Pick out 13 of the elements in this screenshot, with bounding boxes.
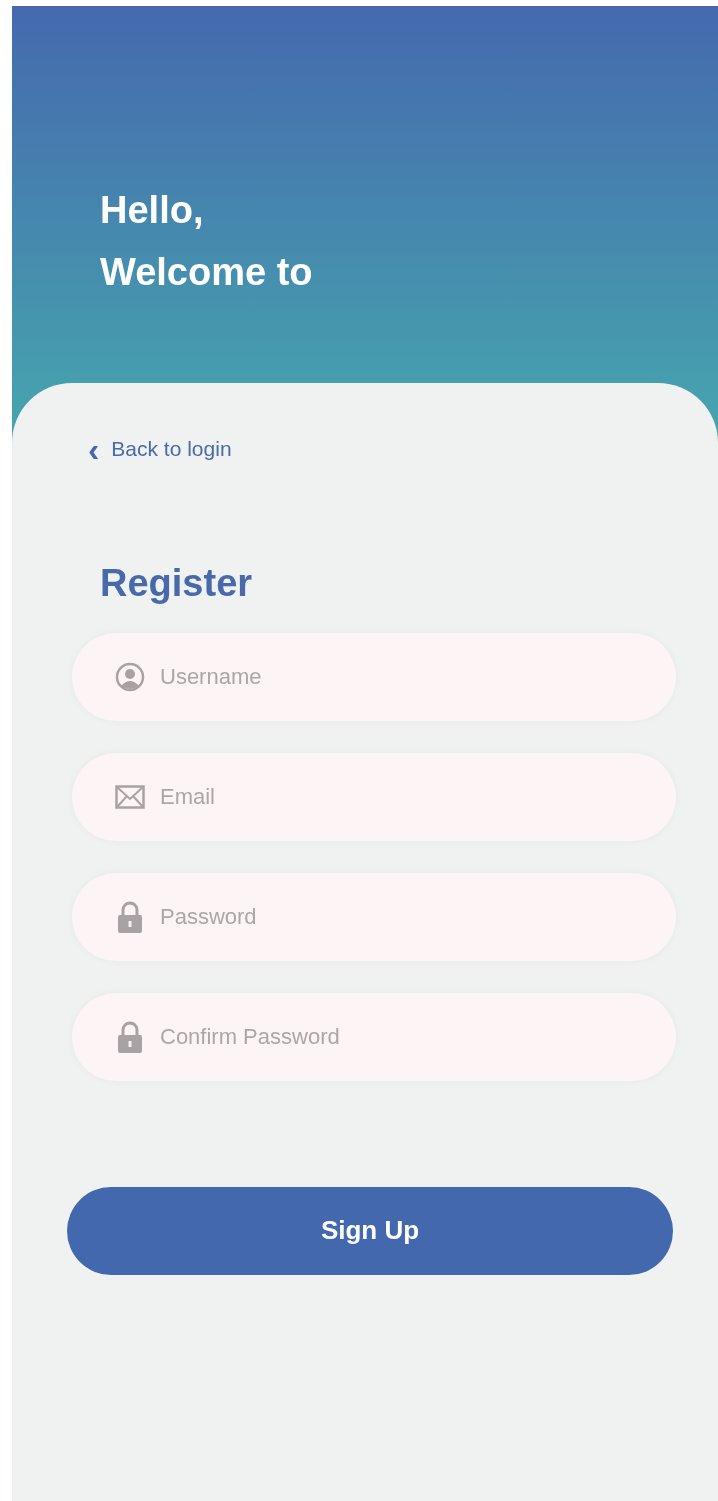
input-field[interactable]: Username — [72, 632, 676, 721]
user-icon — [115, 661, 145, 692]
padlock-icon — [117, 1019, 143, 1054]
back-link[interactable]: ‹ Back to login — [88, 433, 232, 465]
input-field[interactable]: Password — [72, 872, 676, 961]
input-field[interactable]: Email — [72, 752, 676, 841]
input-field[interactable]: Confirm Password — [72, 992, 676, 1081]
greeting-text: Hello, — [100, 188, 204, 233]
padlock-icon — [117, 899, 143, 934]
envelope-icon — [115, 784, 145, 809]
sign-up-button[interactable]: Sign Up — [67, 1186, 673, 1275]
welcome-text: Welcome to — [100, 250, 313, 295]
register-title: Register — [100, 560, 253, 606]
